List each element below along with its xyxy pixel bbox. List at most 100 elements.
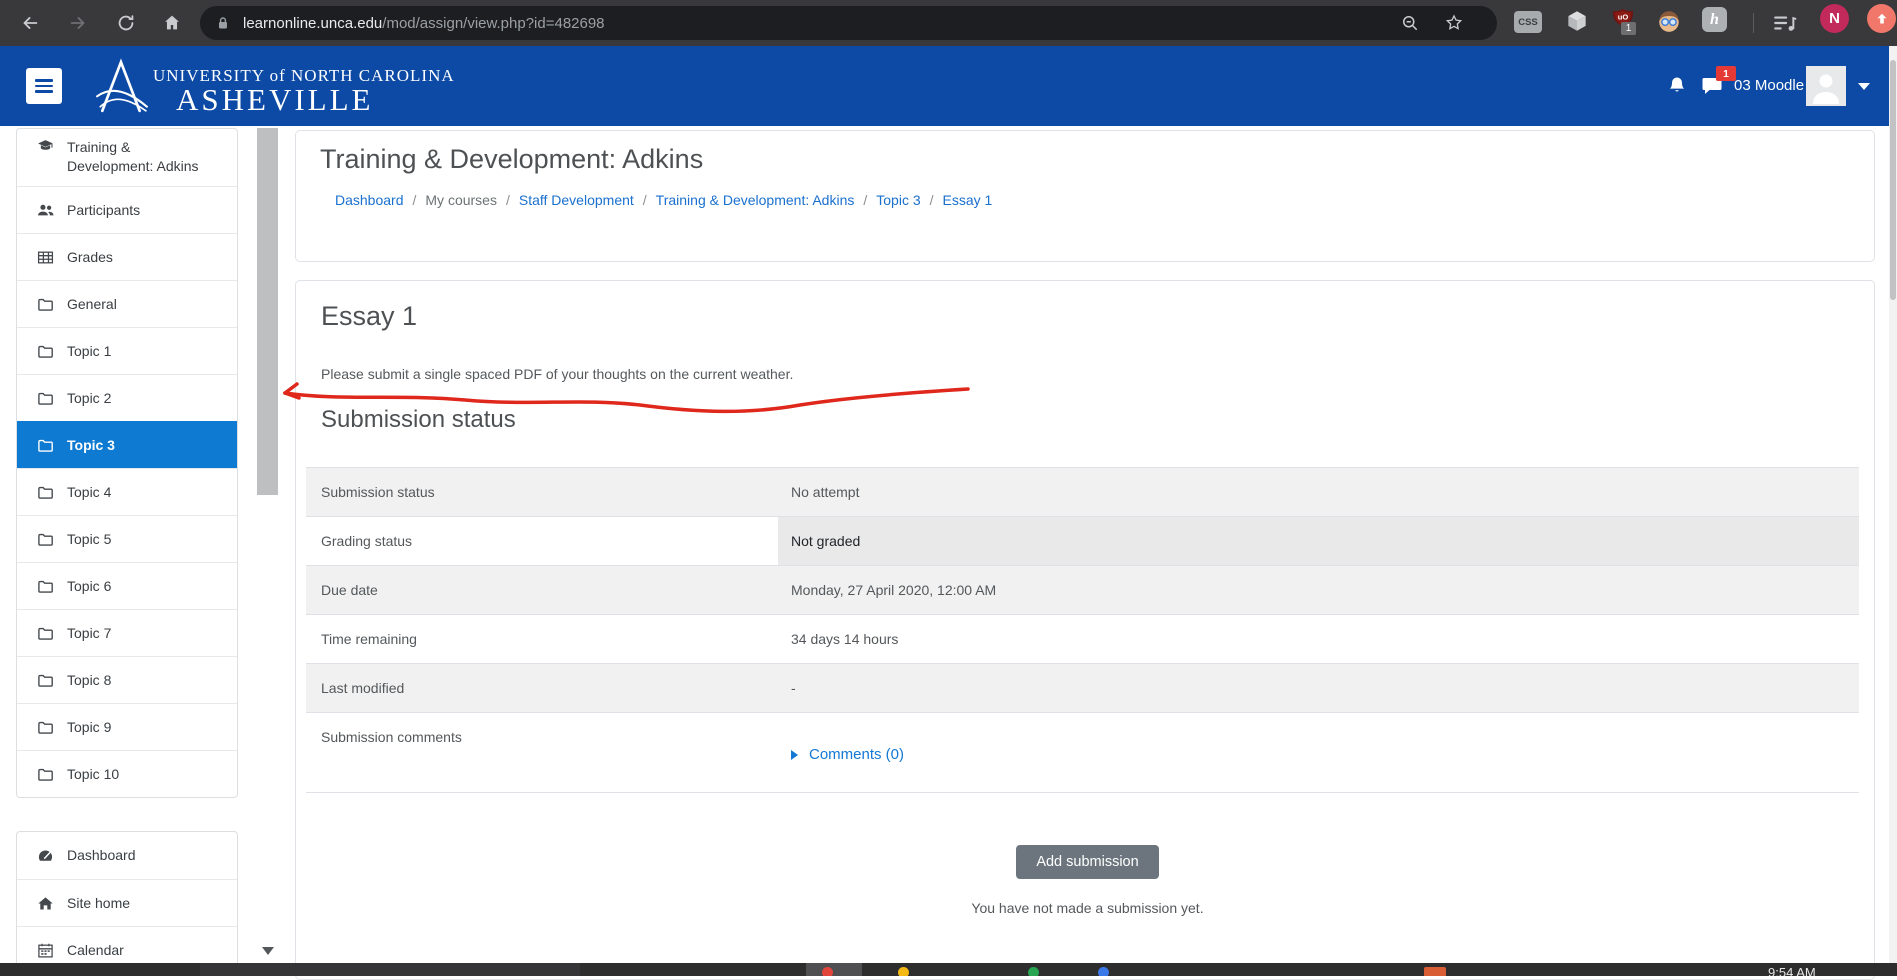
graduation-cap-icon (37, 138, 54, 155)
sidebar-item-label: Topic 1 (67, 342, 111, 361)
taskbar-app-icon[interactable] (1424, 967, 1446, 976)
sidebar-item-site-home[interactable]: Site home (17, 879, 237, 926)
user-menu-caret-icon[interactable] (1858, 83, 1870, 90)
home-icon[interactable] (156, 7, 188, 39)
user-name[interactable]: 03 Moodle (1734, 77, 1804, 94)
sidebar-item-label: Grades (67, 248, 113, 267)
assignment-card: Essay 1 Please submit a single spaced PD… (295, 280, 1875, 980)
sidebar-item-topic-1[interactable]: Topic 1 (17, 327, 237, 374)
reload-icon[interactable] (110, 7, 142, 39)
breadcrumb-separator: / (413, 192, 417, 208)
sidebar-item-dashboard[interactable]: Dashboard (17, 832, 237, 879)
users-icon (37, 202, 54, 219)
page-scrollbar-thumb[interactable] (1890, 60, 1896, 300)
sidebar-item-training-development-adkins[interactable]: Training &Development: Adkins (17, 129, 237, 186)
folder-icon (37, 390, 54, 407)
css-extension-icon[interactable]: CSS (1514, 11, 1542, 33)
taskbar-clock[interactable]: 9:54 AM (1768, 965, 1816, 976)
triangle-right-icon (791, 750, 798, 760)
breadcrumb: Dashboard/My courses/Staff Development/T… (335, 192, 1874, 208)
sidebar-item-topic-3[interactable]: Topic 3 (17, 421, 237, 468)
breadcrumb-item-essay-1[interactable]: Essay 1 (943, 192, 993, 208)
row-label: Grading status (306, 517, 778, 565)
sidebar-item-label: Topic 2 (67, 389, 111, 408)
bookmark-star-icon[interactable] (1444, 13, 1464, 33)
notifications-bell-icon[interactable] (1665, 74, 1689, 98)
profile-initial: N (1829, 10, 1840, 27)
sidebar-item-label: Topic 7 (67, 624, 111, 643)
breadcrumb-item-dashboard[interactable]: Dashboard (335, 192, 404, 208)
row-label: Last modified (306, 664, 778, 712)
row-value: No attempt (778, 468, 1859, 516)
breadcrumb-item-staff-development[interactable]: Staff Development (519, 192, 634, 208)
sidebar-item-topic-6[interactable]: Topic 6 (17, 562, 237, 609)
avatar-placeholder-icon (1806, 66, 1846, 106)
taskbar-app-icon[interactable] (822, 967, 833, 976)
address-bar[interactable]: learnonline.unca.edu/mod/assign/view.php… (200, 6, 1497, 40)
browser-profile-avatar[interactable]: N (1820, 4, 1849, 33)
breadcrumb-separator: / (863, 192, 867, 208)
user-avatar[interactable] (1806, 66, 1846, 106)
forward-icon[interactable] (62, 7, 94, 39)
sidebar-item-general[interactable]: General (17, 280, 237, 327)
taskbar-app-icon[interactable] (1028, 967, 1039, 976)
back-icon[interactable] (14, 7, 46, 39)
lock-icon (215, 15, 231, 31)
folder-icon (37, 672, 54, 689)
taskbar-app-icon[interactable] (898, 967, 909, 976)
honey-extension-icon[interactable]: h (1702, 7, 1727, 32)
breadcrumb-item-topic-3[interactable]: Topic 3 (876, 192, 920, 208)
sidebar-item-label: Topic 4 (67, 483, 111, 502)
toolbar-separator (1753, 13, 1754, 33)
row-label: Submission status (306, 468, 778, 516)
sidebar-item-grades[interactable]: Grades (17, 233, 237, 280)
page-scrollbar[interactable] (1889, 46, 1897, 963)
cube-extension-icon[interactable] (1563, 7, 1591, 35)
drawer-scrollbar[interactable] (257, 126, 278, 963)
gauge-icon (37, 847, 54, 864)
os-taskbar: 9:54 AM (0, 963, 1897, 976)
taskbar-segment (200, 963, 580, 976)
drawer-scroll-down-icon[interactable] (262, 947, 274, 955)
sidebar-item-topic-2[interactable]: Topic 2 (17, 374, 237, 421)
comments-link[interactable]: Comments (0) (791, 746, 904, 763)
drawer-scrollbar-thumb[interactable] (257, 128, 278, 495)
breadcrumb-item-training-development-adkins[interactable]: Training & Development: Adkins (656, 192, 855, 208)
sidebar-item-topic-4[interactable]: Topic 4 (17, 468, 237, 515)
sidebar-item-participants[interactable]: Participants (17, 186, 237, 233)
row-value: 34 days 14 hours (778, 615, 1859, 663)
url-text: learnonline.unca.edu/mod/assign/view.php… (243, 15, 605, 32)
folder-icon (37, 719, 54, 736)
sidebar-item-topic-7[interactable]: Topic 7 (17, 609, 237, 656)
button-row: Add submission (321, 845, 1854, 879)
site-nav-group: DashboardSite homeCalendar (16, 831, 238, 974)
taskbar-app-icon[interactable] (1098, 967, 1109, 976)
assignment-description: Please submit a single spaced PDF of you… (321, 366, 1854, 382)
add-submission-button[interactable]: Add submission (1016, 845, 1158, 879)
sidebar-item-topic-10[interactable]: Topic 10 (17, 750, 237, 797)
sidebar-item-label: Topic 9 (67, 718, 111, 737)
sidebar-item-label: Dashboard (67, 846, 136, 865)
zoom-out-icon[interactable] (1400, 13, 1420, 33)
update-arrow-icon[interactable] (1867, 4, 1896, 33)
sidebar-item-topic-9[interactable]: Topic 9 (17, 703, 237, 750)
honey-h-glyph: h (1710, 11, 1719, 29)
sidebar-item-topic-8[interactable]: Topic 8 (17, 656, 237, 703)
sidebar-item-topic-5[interactable]: Topic 5 (17, 515, 237, 562)
folder-icon (37, 625, 54, 642)
table-row-submission-status: Submission statusNo attempt (306, 468, 1859, 517)
assignment-title: Essay 1 (321, 301, 1854, 332)
course-nav-drawer: Training &Development: AdkinsParticipant… (0, 126, 280, 963)
url-domain: learnonline.unca.edu (243, 15, 382, 32)
ublock-badge: 1 (1621, 22, 1636, 35)
folder-icon (37, 296, 54, 313)
table-row-last-modified: Last modified- (306, 664, 1859, 713)
home-icon (37, 895, 54, 912)
sidebar-item-label: Topic 5 (67, 530, 111, 549)
svg-text:uO: uO (1617, 12, 1628, 21)
playlist-queue-icon[interactable] (1771, 10, 1799, 36)
hamburger-menu-button[interactable] (26, 68, 62, 104)
face-glasses-extension-icon[interactable] (1655, 7, 1683, 35)
sidebar-item-label: Topic 6 (67, 577, 111, 596)
taskbar-active-app-tile[interactable] (806, 963, 862, 976)
